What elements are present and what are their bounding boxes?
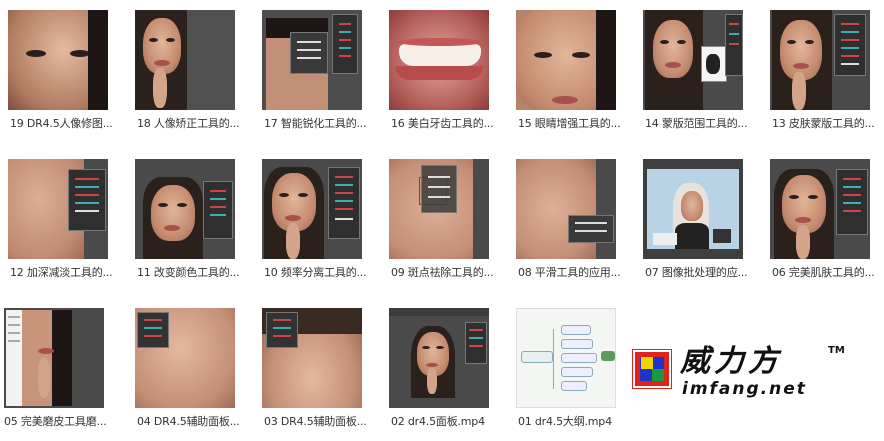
video-thumbnail[interactable] [516, 159, 616, 259]
file-name: 17 智能锐化工具的... [264, 117, 367, 130]
file-name: 13 皮肤蒙版工具的... [772, 117, 875, 130]
file-item[interactable]: 05 完美磨皮工具磨... [0, 302, 128, 432]
file-item[interactable]: 13 皮肤蒙版工具的... [768, 4, 884, 134]
file-name: 15 眼睛增强工具的... [518, 117, 621, 130]
logo-domain-text: imfang.net [682, 379, 807, 399]
video-thumbnail[interactable] [389, 10, 489, 110]
video-thumbnail[interactable] [4, 308, 104, 408]
file-item[interactable]: 01 dr4.5大纲.mp4 [514, 302, 642, 432]
video-thumbnail[interactable] [262, 10, 362, 110]
file-name: 09 斑点祛除工具的... [391, 266, 494, 279]
video-thumbnail[interactable] [135, 10, 235, 110]
file-item[interactable]: 09 斑点祛除工具的... [387, 153, 515, 283]
file-name: 04 DR4.5辅助面板... [137, 415, 240, 428]
video-thumbnail[interactable] [643, 159, 743, 259]
file-name: 02 dr4.5面板.mp4 [391, 415, 485, 428]
watermark-logo: 威力方 TM imfang.net [630, 345, 880, 405]
video-thumbnail[interactable] [770, 10, 870, 110]
file-item[interactable]: 08 平滑工具的应用... [514, 153, 642, 283]
file-name: 11 改变颜色工具的... [137, 266, 240, 279]
file-item[interactable]: 15 眼睛增强工具的... [514, 4, 642, 134]
video-thumbnail[interactable] [135, 159, 235, 259]
file-item[interactable]: 18 人像矫正工具的... [133, 4, 261, 134]
video-thumbnail[interactable] [8, 159, 108, 259]
file-item[interactable]: 11 改变颜色工具的... [133, 153, 261, 283]
file-item[interactable]: 16 美白牙齿工具的... [387, 4, 515, 134]
video-thumbnail[interactable] [516, 10, 616, 110]
file-name: 14 蒙版范围工具的... [645, 117, 748, 130]
file-name: 19 DR4.5人像修图... [10, 117, 113, 130]
video-thumbnail[interactable] [135, 308, 235, 408]
file-item[interactable]: 02 dr4.5面板.mp4 [387, 302, 515, 432]
file-name: 16 美白牙齿工具的... [391, 117, 494, 130]
logo-brand-text: 威力方 [680, 344, 782, 379]
video-thumbnail[interactable] [389, 308, 489, 408]
logo-tm: TM [828, 345, 845, 356]
video-thumbnail[interactable] [770, 159, 870, 259]
video-thumbnail[interactable] [8, 10, 108, 110]
video-thumbnail[interactable] [389, 159, 489, 259]
file-item[interactable]: 17 智能锐化工具的... [260, 4, 388, 134]
file-name: 06 完美肌肤工具的... [772, 266, 875, 279]
video-thumbnail[interactable] [262, 159, 362, 259]
file-name: 03 DR4.5辅助面板... [264, 415, 367, 428]
file-name: 01 dr4.5大纲.mp4 [518, 415, 612, 428]
file-item[interactable]: 12 加深减淡工具的... [6, 153, 134, 283]
video-thumbnail[interactable] [643, 10, 743, 110]
file-name: 08 平滑工具的应用... [518, 266, 621, 279]
file-item[interactable]: 19 DR4.5人像修图... [6, 4, 134, 134]
file-name: 18 人像矫正工具的... [137, 117, 240, 130]
file-item[interactable]: 03 DR4.5辅助面板... [260, 302, 388, 432]
file-item[interactable]: 10 频率分离工具的... [260, 153, 388, 283]
file-name: 07 图像批处理的应... [645, 266, 748, 279]
video-thumbnail[interactable] [262, 308, 362, 408]
file-name: 10 频率分离工具的... [264, 266, 367, 279]
file-item[interactable]: 14 蒙版范围工具的... [641, 4, 769, 134]
video-thumbnail[interactable] [516, 308, 616, 408]
file-name: 12 加深减淡工具的... [10, 266, 113, 279]
file-item[interactable]: 04 DR4.5辅助面板... [133, 302, 261, 432]
file-item[interactable]: 06 完美肌肤工具的... [768, 153, 884, 283]
file-item[interactable]: 07 图像批处理的应... [641, 153, 769, 283]
file-name: 05 完美磨皮工具磨... [4, 415, 107, 428]
